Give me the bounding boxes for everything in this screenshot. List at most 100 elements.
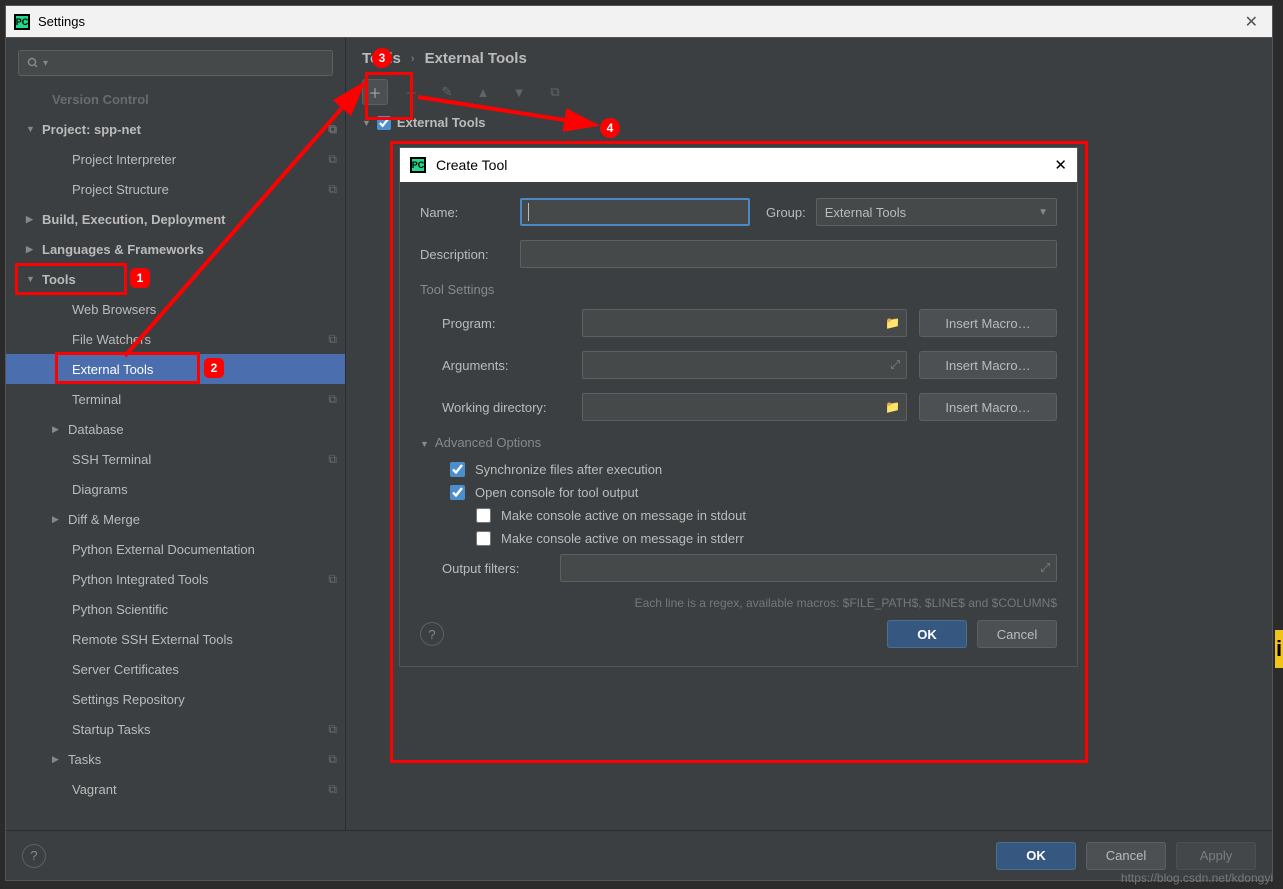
output-filters-hint: Each line is a regex, available macros: … <box>420 596 1057 610</box>
breadcrumb: Tools › External Tools <box>362 50 1256 67</box>
name-label: Name: <box>420 205 520 220</box>
dialog-cancel-button[interactable]: Cancel <box>977 620 1057 648</box>
chevron-down-icon: ▼ <box>1038 207 1048 218</box>
ok-button[interactable]: OK <box>996 842 1076 870</box>
tree-terminal[interactable]: Terminal⧉ <box>6 384 345 414</box>
chevron-right-icon: ▶ <box>26 244 36 255</box>
stdout-checkbox[interactable] <box>476 508 491 523</box>
arguments-macro-button[interactable]: Insert Macro… <box>919 351 1057 379</box>
remove-button[interactable]: － <box>398 79 424 105</box>
tree-tools[interactable]: ▼ Tools <box>6 264 345 294</box>
tree-database[interactable]: ▶Database <box>6 414 345 444</box>
tree-settings-repo[interactable]: Settings Repository <box>6 684 345 714</box>
expand-icon[interactable]: ⤢ <box>890 358 900 373</box>
group-checkbox[interactable] <box>377 116 391 130</box>
tree-vagrant[interactable]: Vagrant⧉ <box>6 774 345 804</box>
pycharm-icon: PC <box>14 14 30 30</box>
chevron-right-icon: ▶ <box>52 424 62 435</box>
chevron-down-icon: ▼ <box>362 118 371 128</box>
workdir-macro-button[interactable]: Insert Macro… <box>919 393 1057 421</box>
tree-remote-ssh[interactable]: Remote SSH External Tools <box>6 624 345 654</box>
program-input[interactable]: 📁 <box>582 309 907 337</box>
chevron-right-icon: ▶ <box>52 514 62 525</box>
description-input[interactable] <box>520 240 1057 268</box>
sync-checkbox-row: Synchronize files after execution <box>420 462 1057 477</box>
yellow-edge-decoration: i <box>1275 630 1283 668</box>
config-icon: ⧉ <box>328 452 337 467</box>
tree-tasks[interactable]: ▶Tasks⧉ <box>6 744 345 774</box>
add-button[interactable]: ＋ <box>362 79 388 105</box>
chevron-down-icon: ▼ <box>26 274 36 284</box>
tree-build[interactable]: ▶ Build, Execution, Deployment <box>6 204 345 234</box>
cancel-button[interactable]: Cancel <box>1086 842 1166 870</box>
stdout-label: Make console active on message in stdout <box>501 508 746 523</box>
open-console-checkbox[interactable] <box>450 485 465 500</box>
tree-version-control[interactable]: Version Control <box>6 84 345 114</box>
folder-icon[interactable]: 📁 <box>885 400 900 414</box>
tree-interpreter[interactable]: Project Interpreter ⧉ <box>6 144 345 174</box>
tree-structure[interactable]: Project Structure ⧉ <box>6 174 345 204</box>
settings-tree[interactable]: Version Control ▼ Project: spp-net ⧉ Pro… <box>6 84 345 830</box>
down-button[interactable]: ▼ <box>506 79 532 105</box>
search-icon <box>27 57 39 69</box>
help-icon[interactable]: ? <box>22 844 46 868</box>
sync-checkbox[interactable] <box>450 462 465 477</box>
tree-server-cert[interactable]: Server Certificates <box>6 654 345 684</box>
advanced-options-section[interactable]: ▼Advanced Options <box>420 435 1057 450</box>
config-icon: ⧉ <box>328 122 337 137</box>
name-input[interactable] <box>520 198 750 226</box>
output-filters-label: Output filters: <box>442 561 560 576</box>
breadcrumb-current: External Tools <box>425 50 527 67</box>
tree-diagrams[interactable]: Diagrams <box>6 474 345 504</box>
up-button[interactable]: ▲ <box>470 79 496 105</box>
tree-project[interactable]: ▼ Project: spp-net ⧉ <box>6 114 345 144</box>
group-select[interactable]: External Tools ▼ <box>816 198 1057 226</box>
chevron-right-icon: ▶ <box>52 754 62 765</box>
dialog-close-icon[interactable]: ✕ <box>1054 156 1067 174</box>
tree-web-browsers[interactable]: Web Browsers <box>6 294 345 324</box>
copy-button[interactable]: ⧉ <box>542 79 568 105</box>
tree-langs[interactable]: ▶ Languages & Frameworks <box>6 234 345 264</box>
group-label: Group: <box>766 205 806 220</box>
open-console-row: Open console for tool output <box>420 485 1057 500</box>
chevron-right-icon: ▶ <box>26 214 36 225</box>
stderr-checkbox[interactable] <box>476 531 491 546</box>
annotation-badge-1: 1 <box>130 268 150 288</box>
search-input[interactable]: ▾ <box>18 50 333 76</box>
apply-button[interactable]: Apply <box>1176 842 1256 870</box>
program-macro-button[interactable]: Insert Macro… <box>919 309 1057 337</box>
arguments-input[interactable]: ⤢ <box>582 351 907 379</box>
tree-diffmerge[interactable]: ▶Diff & Merge <box>6 504 345 534</box>
config-icon: ⧉ <box>328 752 337 767</box>
create-tool-dialog: PC Create Tool ✕ Name: Group: External T… <box>399 147 1078 667</box>
tool-settings-section: Tool Settings <box>420 282 1057 297</box>
config-icon: ⧉ <box>328 182 337 197</box>
config-icon: ⧉ <box>328 722 337 737</box>
program-label: Program: <box>442 316 582 331</box>
tree-file-watchers[interactable]: File Watchers⧉ <box>6 324 345 354</box>
toolbar: ＋ － ✎ ▲ ▼ ⧉ <box>362 79 1256 105</box>
edit-button[interactable]: ✎ <box>434 79 460 105</box>
breadcrumb-sep: › <box>411 53 415 65</box>
workdir-input[interactable]: 📁 <box>582 393 907 421</box>
sync-label: Synchronize files after execution <box>475 462 662 477</box>
workdir-label: Working directory: <box>442 400 582 415</box>
output-filters-input[interactable]: ⤢ <box>560 554 1057 582</box>
dialog-help-icon[interactable]: ? <box>420 622 444 646</box>
tree-ssh-terminal[interactable]: SSH Terminal⧉ <box>6 444 345 474</box>
tree-startup-tasks[interactable]: Startup Tasks⧉ <box>6 714 345 744</box>
expand-icon[interactable]: ⤢ <box>1040 561 1050 576</box>
watermark: https://blog.csdn.net/kdongyi <box>1121 871 1273 885</box>
dialog-title: Create Tool <box>436 157 507 173</box>
close-icon[interactable]: ✕ <box>1239 12 1264 32</box>
tree-external-tools[interactable]: External Tools <box>6 354 345 384</box>
folder-icon[interactable]: 📁 <box>885 316 900 330</box>
tree-py-int[interactable]: Python Integrated Tools⧉ <box>6 564 345 594</box>
pycharm-icon: PC <box>410 157 426 173</box>
chevron-down-icon: ▼ <box>420 439 429 449</box>
open-console-label: Open console for tool output <box>475 485 638 500</box>
dialog-ok-button[interactable]: OK <box>887 620 967 648</box>
external-tools-group[interactable]: ▼ External Tools <box>362 115 1256 130</box>
tree-py-extdoc[interactable]: Python External Documentation <box>6 534 345 564</box>
tree-py-sci[interactable]: Python Scientific <box>6 594 345 624</box>
